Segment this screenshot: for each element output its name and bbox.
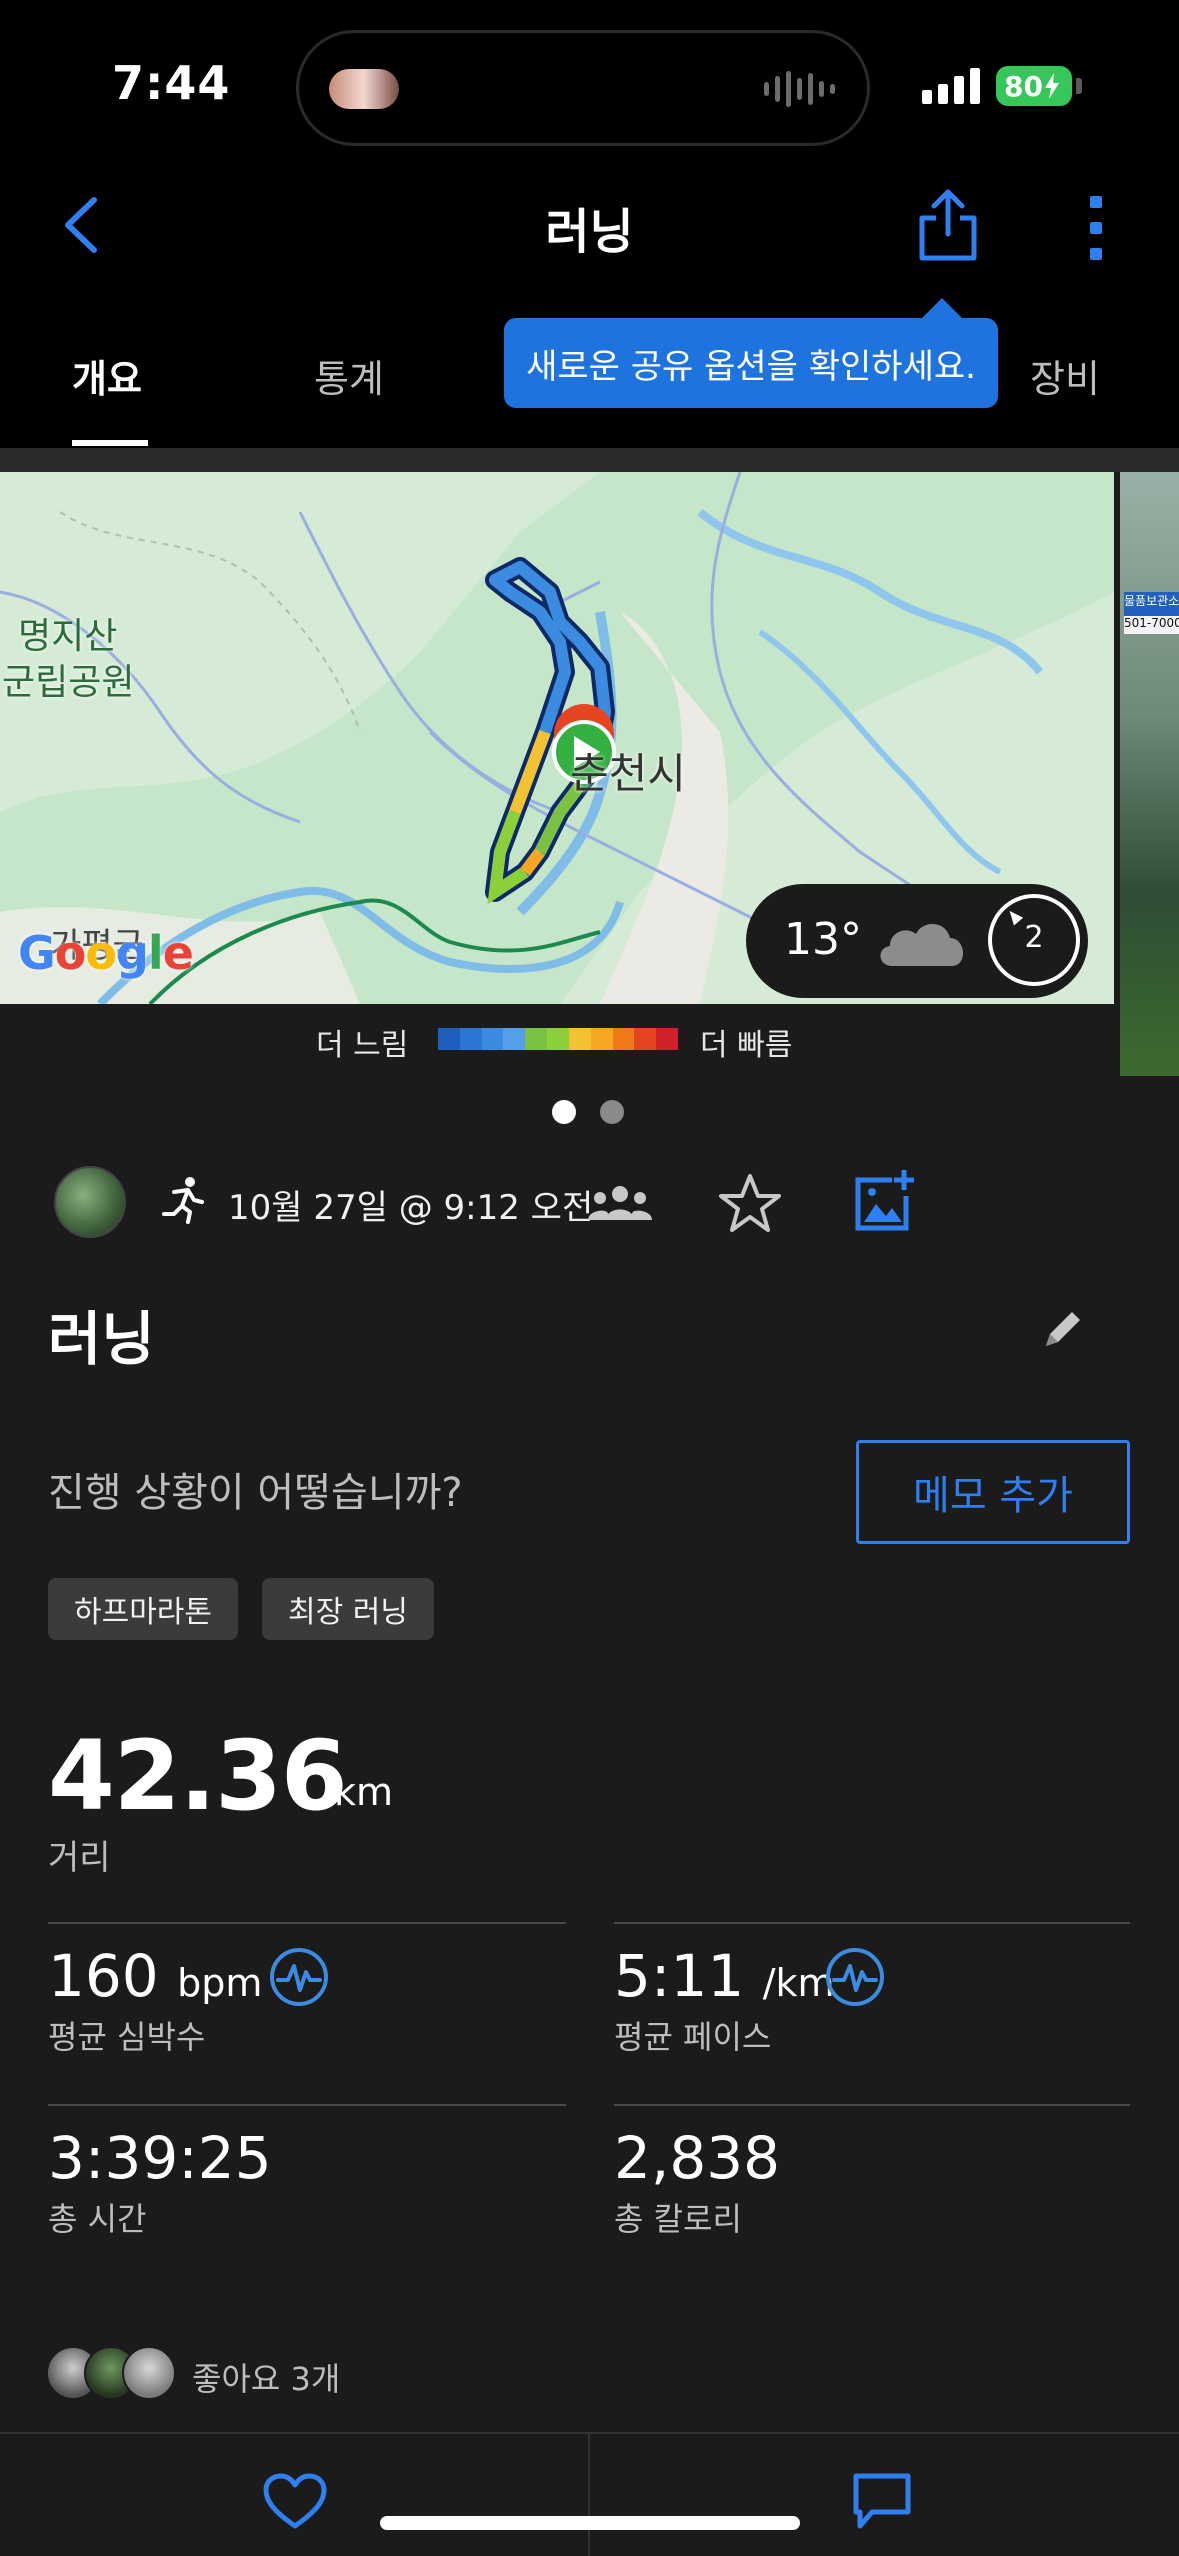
avg-pace-label: 평균 페이스 xyxy=(614,2018,772,2056)
stat-divider xyxy=(48,1922,566,1924)
charging-bolt-icon xyxy=(1044,73,1059,99)
park-label-line2: 군립공원 xyxy=(2,662,135,703)
heart-rate-chart-icon[interactable] xyxy=(268,1946,330,2008)
like-heart-icon[interactable] xyxy=(262,2472,328,2532)
distance-value: 42.36 xyxy=(48,1720,348,1832)
avg-heart-rate: 160 bpm xyxy=(48,1942,262,2010)
share-tooltip[interactable]: 새로운 공유 옵션을 확인하세요. xyxy=(504,298,998,408)
battery-indicator: 80 xyxy=(996,66,1072,106)
google-logo: Google xyxy=(18,926,194,980)
battery-tip xyxy=(1076,78,1082,94)
bottom-bar-divider xyxy=(588,2434,590,2556)
carousel-pager[interactable] xyxy=(552,1100,624,1124)
total-time-label: 총 시간 xyxy=(48,2200,147,2238)
activity-title: 러닝 xyxy=(48,1305,155,1373)
distance-unit: km xyxy=(334,1770,394,1814)
bottom-action-bar xyxy=(0,2432,1179,2556)
pace-chart-icon[interactable] xyxy=(824,1946,886,2008)
pace-value: 5:11 xyxy=(614,1942,745,2010)
likes-count[interactable]: 좋아요 3개 xyxy=(192,2354,340,2400)
photo-banner-number: 501-7000 xyxy=(1124,616,1179,634)
page-title: 러닝 xyxy=(545,204,634,260)
dynamic-island[interactable] xyxy=(296,30,870,146)
pace-legend: 더 느림 더 빠름 xyxy=(0,1018,1114,1063)
weather-temperature: 13° xyxy=(784,914,862,965)
heart-rate-unit: bpm xyxy=(177,1961,263,2005)
tab-active-indicator xyxy=(72,440,148,446)
tab-gear[interactable]: 장비 xyxy=(1030,348,1100,403)
avg-heart-rate-label: 평균 심박수 xyxy=(48,2018,206,2056)
activity-photo-preview[interactable]: 물품보관소 501-7000 xyxy=(1120,472,1179,1076)
photo-banner: 물품보관소 xyxy=(1124,592,1179,616)
group-icon[interactable] xyxy=(588,1184,652,1224)
total-calories-value: 2,838 xyxy=(614,2124,781,2192)
pager-dot-2[interactable] xyxy=(600,1100,624,1124)
cloud-icon xyxy=(880,923,964,966)
progress-prompt: 진행 상황이 어떻습니까? xyxy=(48,1470,463,1516)
audio-wave-icon xyxy=(764,71,835,107)
section-divider xyxy=(0,448,1179,472)
signal-icon xyxy=(922,66,980,104)
park-label-line1: 명지산 xyxy=(18,616,118,657)
comment-icon[interactable] xyxy=(852,2472,912,2530)
map-label-park: 명지산 군립공원 xyxy=(2,614,134,706)
tab-stats[interactable]: 통계 xyxy=(314,348,384,403)
add-photo-icon[interactable] xyxy=(852,1168,918,1234)
weather-badge: 2 xyxy=(988,894,1080,986)
activity-date: 10월 27일 @ 9:12 오전 xyxy=(228,1188,594,1228)
total-time-value: 3:39:25 xyxy=(48,2124,272,2192)
tag-half-marathon[interactable]: 하프마라톤 xyxy=(48,1578,238,1640)
battery-level: 80 xyxy=(1004,69,1043,103)
map-label-city: 춘천시 xyxy=(570,749,686,798)
user-avatar[interactable] xyxy=(54,1166,126,1238)
more-options-icon[interactable] xyxy=(1084,196,1108,260)
home-indicator[interactable] xyxy=(380,2516,800,2530)
tab-overview[interactable]: 개요 xyxy=(72,348,142,403)
share-icon[interactable] xyxy=(916,188,980,262)
legend-color-bar xyxy=(438,1028,678,1050)
distance-label: 거리 xyxy=(48,1838,111,1878)
weather-badge-value: 2 xyxy=(1024,920,1044,955)
liker-avatars[interactable] xyxy=(46,2346,176,2400)
status-time: 7:44 xyxy=(112,56,231,110)
tag-longest-run[interactable]: 최장 러닝 xyxy=(262,1578,434,1640)
running-icon xyxy=(162,1177,204,1224)
legend-fast-label: 더 빠름 xyxy=(700,1028,793,1063)
now-playing-thumbnail xyxy=(329,69,399,109)
stat-divider xyxy=(48,2104,566,2106)
stat-divider xyxy=(614,1922,1130,1924)
stat-divider xyxy=(614,2104,1130,2106)
header-area: 7:44 80 러닝 개요 통계 장비 새로운 공유 옵션을 확인하세요. xyxy=(0,0,1179,448)
star-icon[interactable] xyxy=(718,1172,782,1234)
legend-slow-label: 더 느림 xyxy=(316,1028,409,1063)
add-memo-button[interactable]: 메모 추가 xyxy=(856,1440,1130,1544)
avg-pace: 5:11 /km xyxy=(614,1942,835,2010)
heart-rate-value: 160 xyxy=(48,1942,159,2010)
weather-widget[interactable]: 13° 2 xyxy=(746,884,1088,998)
liker-avatar xyxy=(122,2346,176,2400)
total-calories-label: 총 칼로리 xyxy=(614,2200,742,2238)
edit-pencil-icon[interactable] xyxy=(1040,1306,1086,1352)
pager-dot-1[interactable] xyxy=(552,1100,576,1124)
